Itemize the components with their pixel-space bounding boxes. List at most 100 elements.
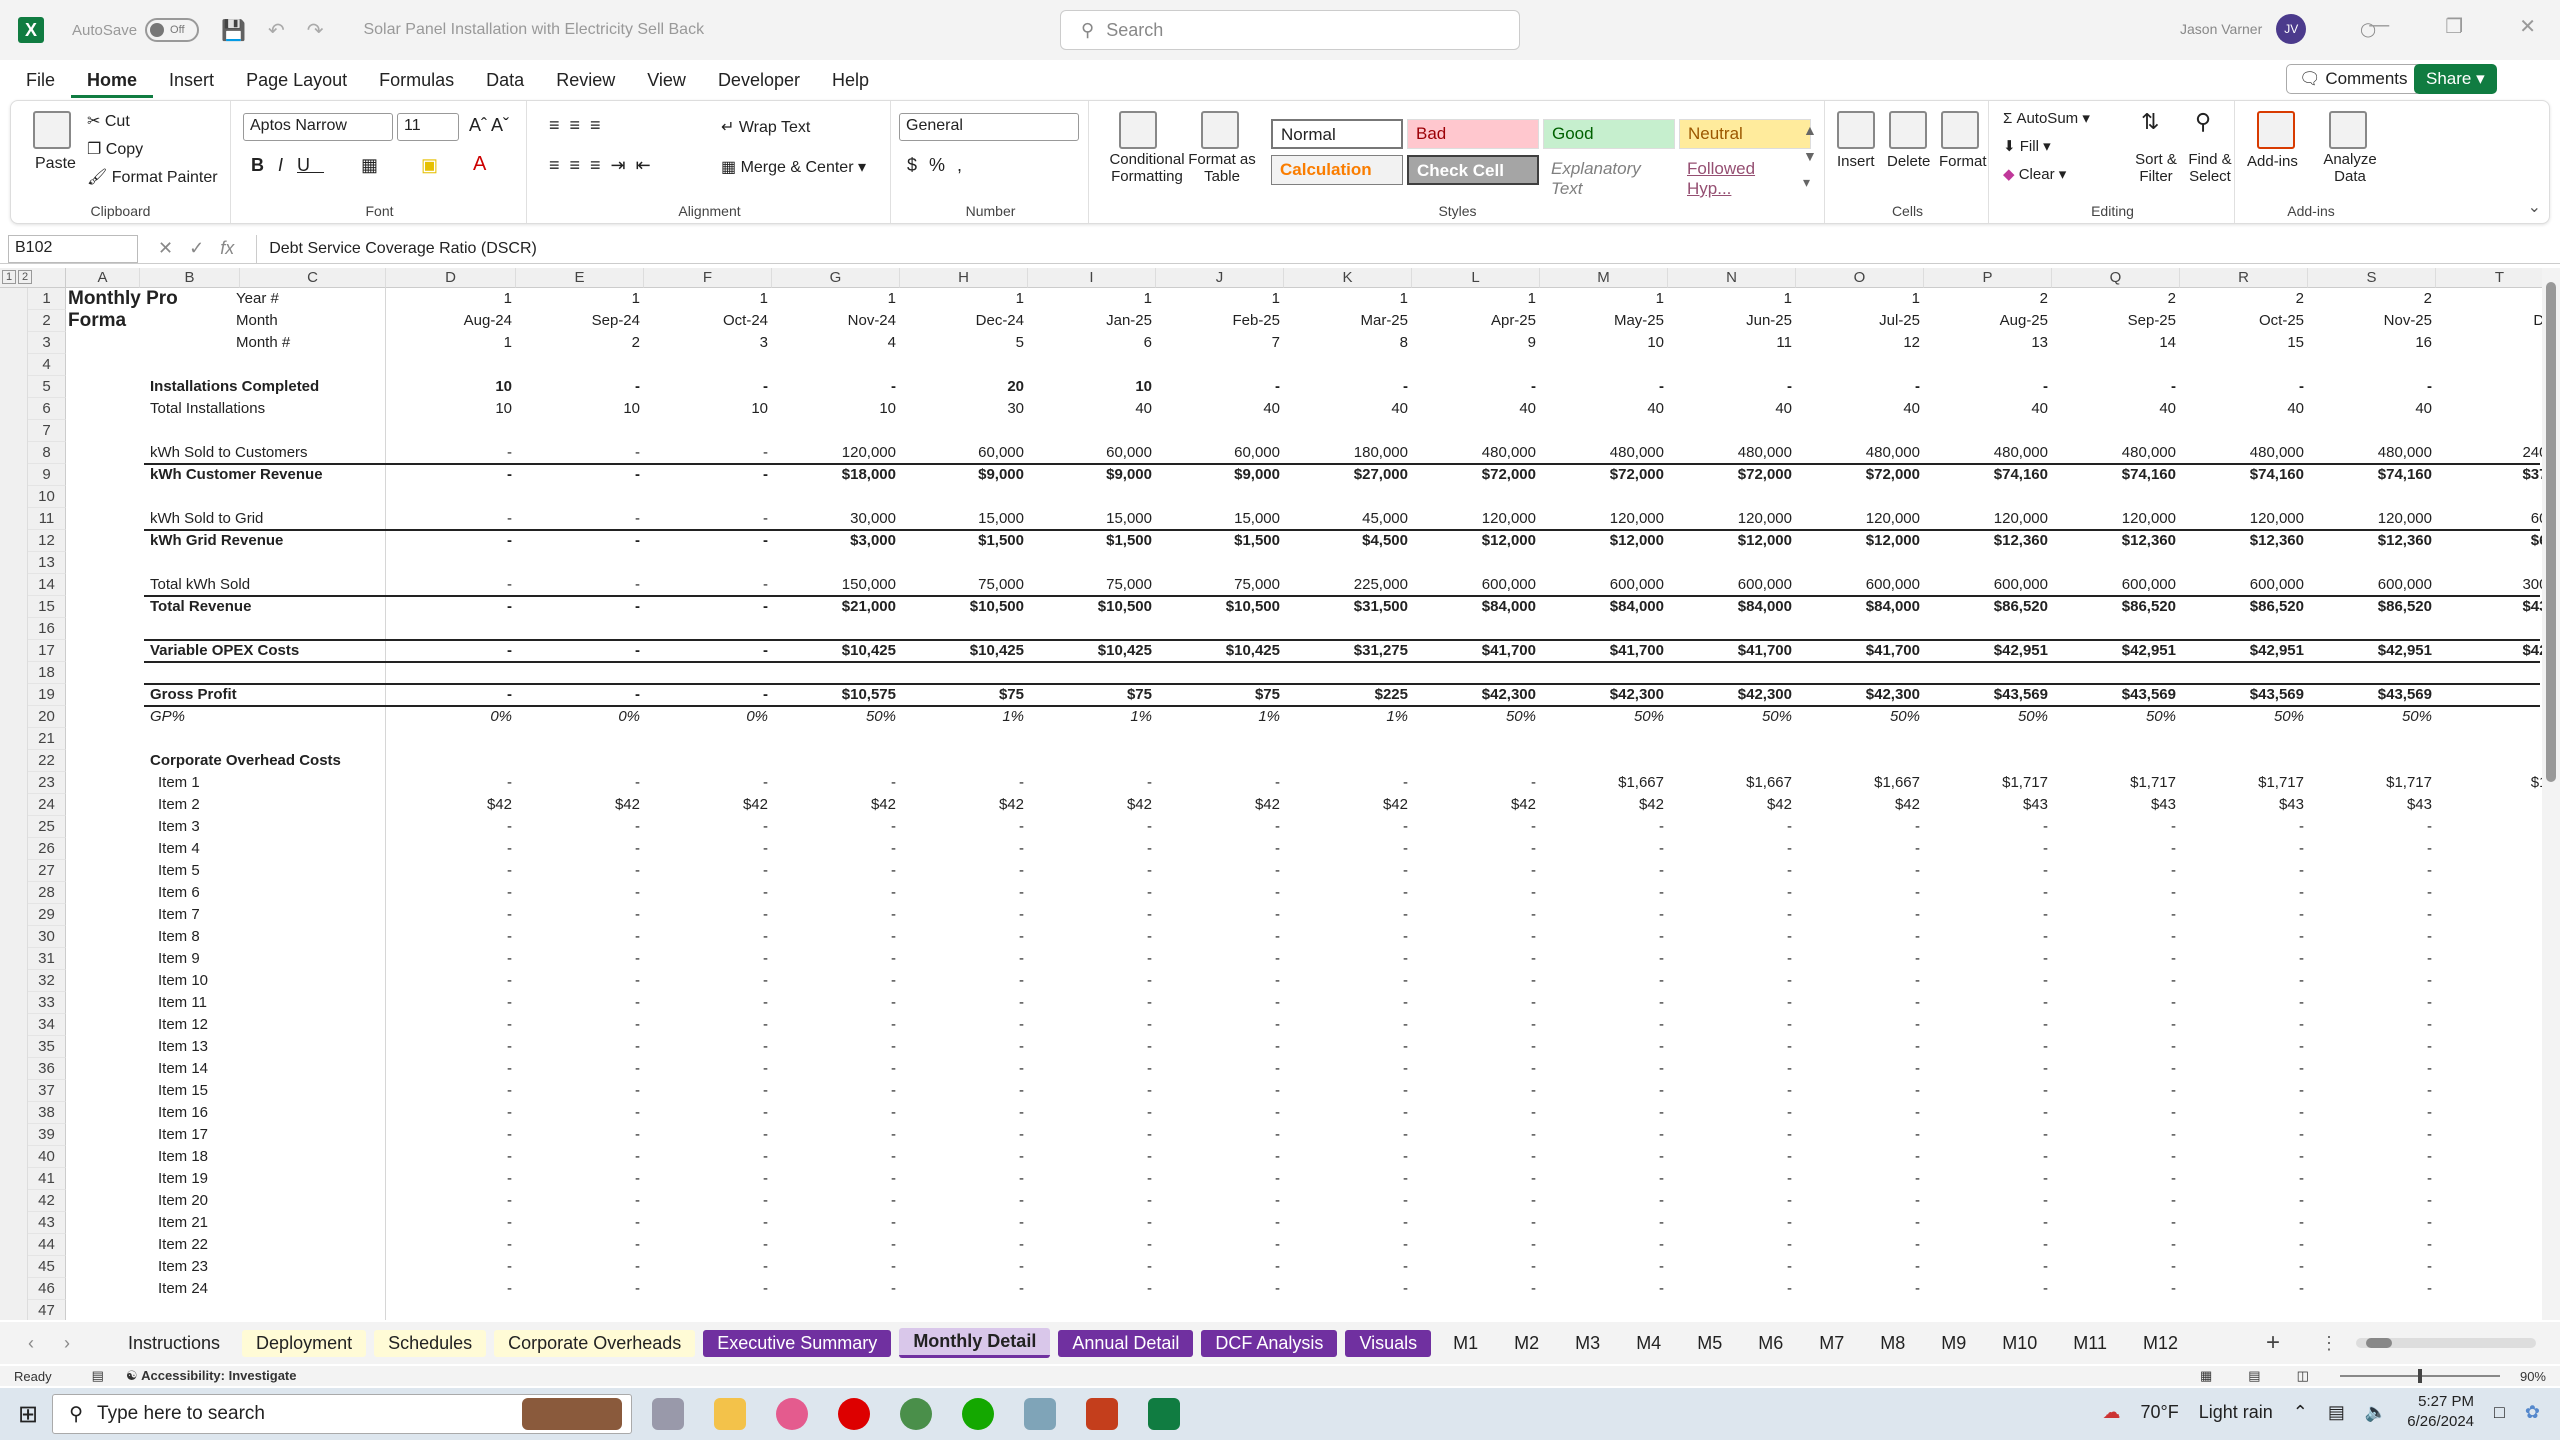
data-cell[interactable]: -: [2180, 1102, 2308, 1124]
data-cell[interactable]: -: [2180, 376, 2308, 398]
data-cell[interactable]: 50%: [1924, 706, 2052, 728]
data-cell[interactable]: -: [1668, 1256, 1796, 1278]
sheet-tab-m1[interactable]: M1: [1439, 1330, 1492, 1357]
data-cell[interactable]: -: [1412, 1080, 1540, 1102]
data-cell[interactable]: -: [516, 1256, 644, 1278]
data-cell[interactable]: -: [386, 904, 516, 926]
data-cell[interactable]: 60,000: [1028, 442, 1156, 464]
month-cell[interactable]: Sep-25: [2052, 310, 2180, 332]
data-cell[interactable]: -: [1284, 1234, 1412, 1256]
data-cell[interactable]: 480,000: [1796, 442, 1924, 464]
insert-button[interactable]: Insert: [1837, 153, 1875, 170]
data-cell[interactable]: -: [1796, 1168, 1924, 1190]
column-header-f[interactable]: F: [644, 268, 772, 288]
month-number-cell[interactable]: 2: [516, 332, 644, 354]
row-header[interactable]: 43: [28, 1212, 66, 1234]
row-header[interactable]: 4: [28, 354, 66, 376]
row-header[interactable]: 45: [28, 1256, 66, 1278]
data-cell[interactable]: $12,000: [1668, 530, 1796, 552]
delete-cells-icon[interactable]: [1889, 111, 1927, 149]
data-cell[interactable]: 480,000: [2180, 442, 2308, 464]
data-cell[interactable]: -: [2308, 1168, 2436, 1190]
data-cell[interactable]: -: [1540, 1146, 1668, 1168]
data-cell[interactable]: $43,569: [2180, 684, 2308, 706]
data-cell[interactable]: -: [1540, 948, 1668, 970]
data-cell[interactable]: -: [516, 1080, 644, 1102]
conditional-formatting-button[interactable]: Conditional Formatting: [1097, 151, 1197, 185]
row-label[interactable]: Item 16: [158, 1102, 208, 1124]
column-header-h[interactable]: H: [900, 268, 1028, 288]
data-cell[interactable]: -: [386, 816, 516, 838]
data-cell[interactable]: -: [1540, 1036, 1668, 1058]
data-cell[interactable]: 75,000: [900, 574, 1028, 596]
sheet-tab-executive-summary[interactable]: Executive Summary: [703, 1329, 892, 1357]
data-cell[interactable]: -: [900, 1212, 1028, 1234]
row-label[interactable]: Item 12: [158, 1014, 208, 1036]
data-cell[interactable]: 40: [2052, 398, 2180, 420]
row-header[interactable]: 39: [28, 1124, 66, 1146]
data-cell[interactable]: $10,500: [900, 596, 1028, 618]
data-cell[interactable]: 50%: [1540, 706, 1668, 728]
data-cell[interactable]: -: [1028, 1080, 1156, 1102]
data-cell[interactable]: -: [644, 1278, 772, 1300]
data-cell[interactable]: $84,000: [1796, 596, 1924, 618]
autosave-toggle[interactable]: Off: [145, 18, 200, 42]
data-cell[interactable]: -: [1924, 1212, 2052, 1234]
data-cell[interactable]: -: [1284, 992, 1412, 1014]
data-cell[interactable]: -: [1156, 926, 1284, 948]
data-cell[interactable]: $43: [2180, 794, 2308, 816]
data-cell[interactable]: -: [1028, 1036, 1156, 1058]
insert-cells-icon[interactable]: [1837, 111, 1875, 149]
style-good[interactable]: Good: [1543, 119, 1675, 149]
column-header-s[interactable]: S: [2308, 268, 2436, 288]
speaker-icon[interactable]: 🔈: [2365, 1402, 2387, 1423]
data-cell[interactable]: 600,000: [2180, 574, 2308, 596]
month-number-cell[interactable]: 16: [2308, 332, 2436, 354]
data-cell[interactable]: -: [2052, 816, 2180, 838]
row-label[interactable]: Total Installations: [150, 398, 265, 420]
data-cell[interactable]: -: [1412, 926, 1540, 948]
sheet-tab-corporate-overheads[interactable]: Corporate Overheads: [494, 1329, 696, 1357]
data-cell[interactable]: 180,000: [1284, 442, 1412, 464]
row-header[interactable]: 27: [28, 860, 66, 882]
month-cell[interactable]: Sep-24: [516, 310, 644, 332]
data-cell[interactable]: -: [516, 1146, 644, 1168]
data-cell[interactable]: $43,569: [2052, 684, 2180, 706]
row-label[interactable]: Item 15: [158, 1080, 208, 1102]
data-cell[interactable]: 50%: [1668, 706, 1796, 728]
data-cell[interactable]: -: [516, 684, 644, 706]
data-cell[interactable]: -: [772, 1234, 900, 1256]
data-cell[interactable]: -: [1028, 926, 1156, 948]
data-cell[interactable]: -: [1156, 1190, 1284, 1212]
data-cell[interactable]: -: [644, 948, 772, 970]
data-cell[interactable]: -: [644, 684, 772, 706]
row-label[interactable]: Total Revenue: [150, 596, 251, 618]
column-header-i[interactable]: I: [1028, 268, 1156, 288]
data-cell[interactable]: 60,000: [1156, 442, 1284, 464]
year-cell[interactable]: 2: [1924, 288, 2052, 310]
weather-temp[interactable]: 70°F: [2140, 1402, 2178, 1423]
search-box[interactable]: ⚲ Search: [1060, 10, 1520, 50]
data-cell[interactable]: 600,000: [1924, 574, 2052, 596]
data-cell[interactable]: -: [772, 1102, 900, 1124]
redo-icon[interactable]: ↷: [307, 18, 324, 43]
data-cell[interactable]: -: [644, 1212, 772, 1234]
data-cell[interactable]: -: [1156, 948, 1284, 970]
data-cell[interactable]: -: [1924, 376, 2052, 398]
data-cell[interactable]: 40: [1796, 398, 1924, 420]
data-cell[interactable]: -: [386, 772, 516, 794]
data-cell[interactable]: -: [1156, 860, 1284, 882]
row-label[interactable]: GP%: [150, 706, 185, 728]
row-label[interactable]: kWh Grid Revenue: [150, 530, 283, 552]
row-label[interactable]: kWh Sold to Grid: [150, 508, 263, 530]
data-cell[interactable]: 600,000: [1668, 574, 1796, 596]
data-cell[interactable]: $43,569: [2308, 684, 2436, 706]
data-cell[interactable]: -: [386, 860, 516, 882]
data-cell[interactable]: $86,520: [1924, 596, 2052, 618]
data-cell[interactable]: -: [2308, 816, 2436, 838]
data-cell[interactable]: -: [1156, 1058, 1284, 1080]
data-cell[interactable]: $41,700: [1796, 640, 1924, 662]
month-cell[interactable]: Jul-25: [1796, 310, 1924, 332]
data-cell[interactable]: 120,000: [2180, 508, 2308, 530]
number-format-select[interactable]: General: [899, 113, 1079, 141]
